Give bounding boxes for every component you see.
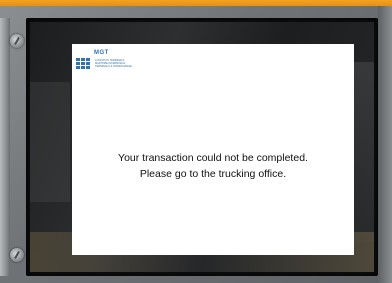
logo-subtext: LOGISTICS TERMINALS MARITIME INTERMODAL … xyxy=(95,59,135,68)
kiosk-screen: MGT LOGISTICS TERMINALS MARITIME INTERMO… xyxy=(72,44,354,255)
glass-reflection-left xyxy=(30,82,70,202)
kiosk-photo: MGT LOGISTICS TERMINALS MARITIME INTERMO… xyxy=(0,0,392,283)
screw-icon xyxy=(10,248,24,262)
hinge-bar xyxy=(0,18,10,276)
error-message-line1: Your transaction could not be completed. xyxy=(118,152,308,164)
logo-grid-icon xyxy=(76,58,92,70)
logo-subtext-line: TERMINALS & INTERCHANGE xyxy=(95,65,132,68)
logo-name: MGT xyxy=(94,50,109,56)
error-message-line2: Please go to the trucking office. xyxy=(139,168,287,180)
screw-icon xyxy=(10,34,24,48)
error-message: Your transaction could not be completed.… xyxy=(72,150,354,182)
mgt-logo: MGT LOGISTICS TERMINALS MARITIME INTERMO… xyxy=(76,50,136,72)
bezel-right-edge xyxy=(378,6,392,283)
